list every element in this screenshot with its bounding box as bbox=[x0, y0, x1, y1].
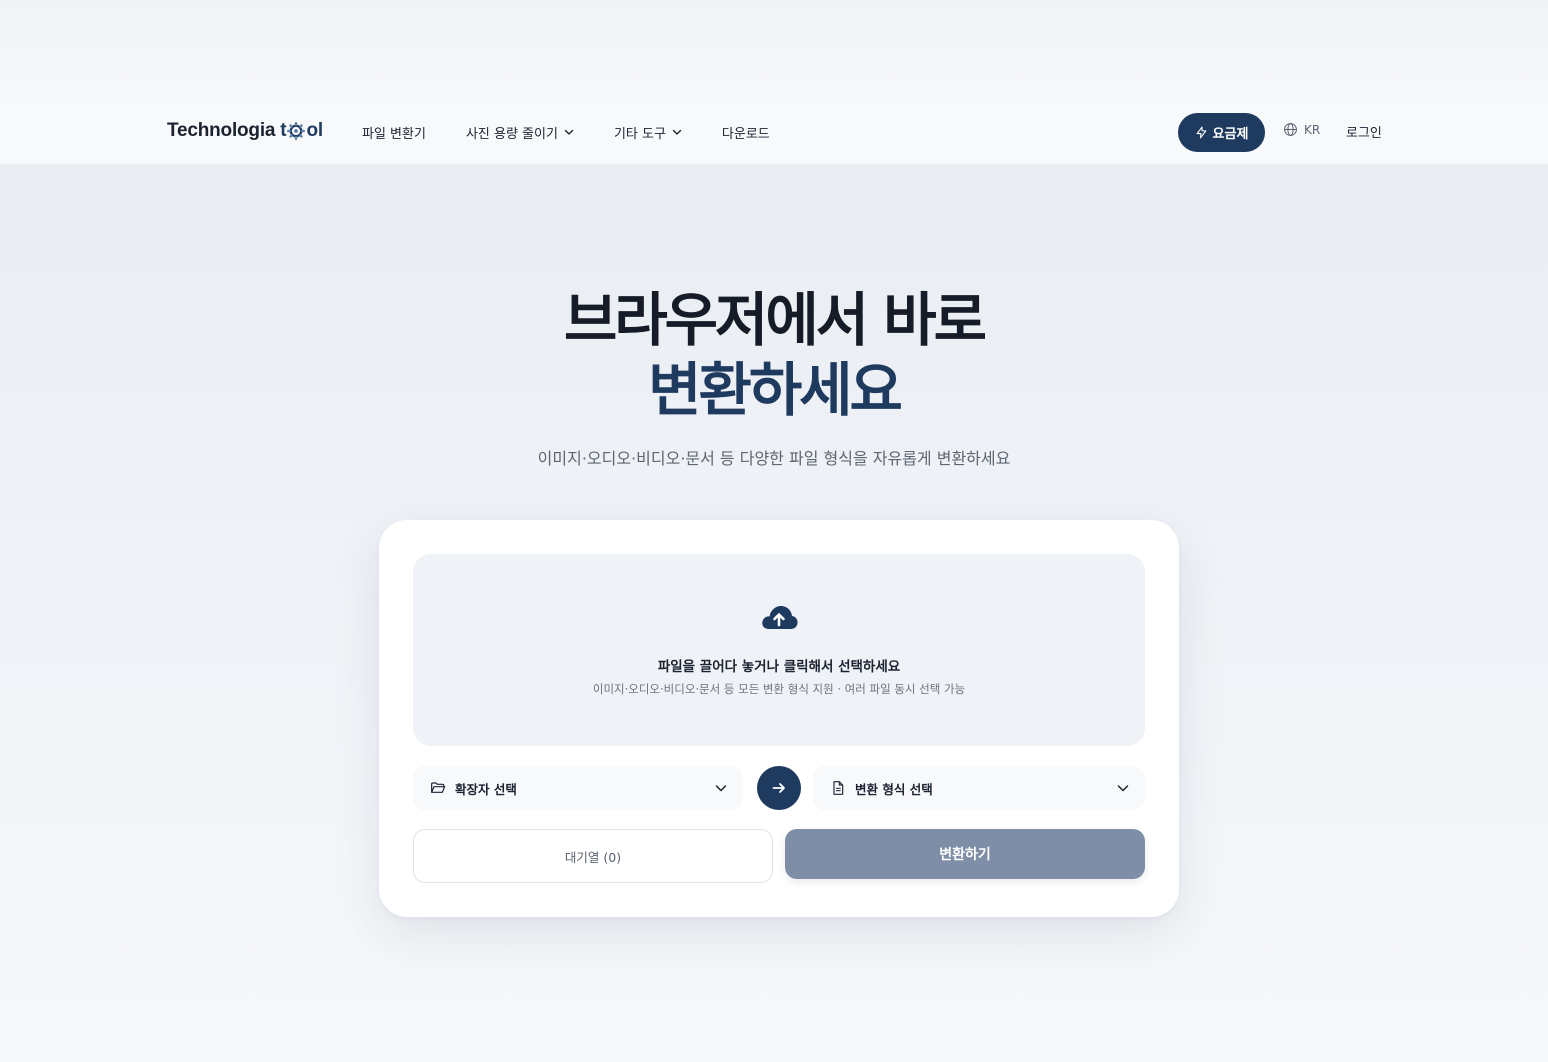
language-label: KR bbox=[1304, 122, 1321, 137]
nav-item-label: 파일 변환기 bbox=[362, 126, 426, 142]
chevron-down-icon bbox=[715, 785, 727, 792]
login-link[interactable]: 로그인 bbox=[1346, 122, 1382, 141]
globe-icon bbox=[1284, 123, 1297, 136]
source-select-label: 확장자 선택 bbox=[455, 781, 517, 797]
drop-zone-description: 이미지·오디오·비디오·문서 등 모든 변환 형식 지원 · 여러 파일 동시 … bbox=[592, 682, 966, 696]
document-icon bbox=[833, 781, 844, 795]
drop-zone-title: 파일을 끌어다 놓거나 클릭해서 선택하세요 bbox=[657, 659, 901, 675]
chevron-down-icon bbox=[564, 129, 574, 135]
converter-card: 파일을 끌어다 놓거나 클릭해서 선택하세요 이미지·오디오·비디오·문서 등 … bbox=[379, 520, 1179, 917]
cloud-upload-icon bbox=[762, 606, 798, 629]
logo[interactable]: Technologia t ol bbox=[167, 120, 323, 142]
top-band bbox=[0, 0, 1548, 100]
pricing-button[interactable]: 요금제 bbox=[1178, 113, 1265, 152]
folder-icon bbox=[431, 782, 446, 793]
logo-text-t: t bbox=[280, 120, 287, 141]
hero-subtitle: 이미지·오디오·비디오·문서 등 다양한 파일 형식을 자유롭게 변환하세요 bbox=[537, 449, 1011, 468]
convert-direction-button[interactable] bbox=[757, 766, 801, 810]
lightning-icon bbox=[1196, 126, 1206, 139]
nav-item-file-converter[interactable]: 파일 변환기 bbox=[362, 120, 426, 144]
gear-icon bbox=[287, 122, 306, 140]
nav-item-download[interactable]: 다운로드 bbox=[722, 120, 770, 144]
convert-button[interactable]: 변환하기 bbox=[785, 829, 1145, 879]
nav-item-other-tools[interactable]: 기타 도구 bbox=[614, 120, 682, 144]
queue-button[interactable]: 대기열 (0) bbox=[413, 829, 773, 883]
pricing-label: 요금제 bbox=[1212, 127, 1249, 142]
main-nav: 파일 변환기 사진 용량 줄이기 기타 도구 다운로드 bbox=[362, 120, 810, 144]
language-selector[interactable]: KR bbox=[1283, 122, 1320, 137]
nav-item-label: 사진 용량 줄이기 bbox=[465, 126, 558, 142]
logo-text-ol: ol bbox=[306, 120, 323, 141]
chevron-down-icon bbox=[672, 129, 682, 135]
target-select-label: 변환 형식 선택 bbox=[855, 781, 933, 797]
nav-item-photo-compress[interactable]: 사진 용량 줄이기 bbox=[466, 120, 574, 144]
chevron-down-icon bbox=[1117, 785, 1129, 792]
logo-text-main: Technologia bbox=[167, 120, 276, 141]
arrow-right-icon bbox=[772, 783, 785, 793]
nav-item-label: 다운로드 bbox=[721, 126, 770, 142]
site-header: Technologia t ol 파일 변환기 사진 용량 줄이기 기타 도구 … bbox=[0, 100, 1548, 164]
hero-title-line2: 변환하세요 bbox=[648, 356, 903, 424]
logo-text-tool: t ol bbox=[280, 120, 323, 142]
source-extension-select[interactable]: 확장자 선택 bbox=[413, 766, 743, 810]
target-format-select[interactable]: 변환 형식 선택 bbox=[813, 766, 1145, 810]
hero-title-line1: 브라우저에서 바로 bbox=[563, 286, 987, 354]
file-drop-zone[interactable]: 파일을 끌어다 놓거나 클릭해서 선택하세요 이미지·오디오·비디오·문서 등 … bbox=[413, 554, 1145, 746]
nav-item-label: 기타 도구 bbox=[613, 126, 666, 142]
